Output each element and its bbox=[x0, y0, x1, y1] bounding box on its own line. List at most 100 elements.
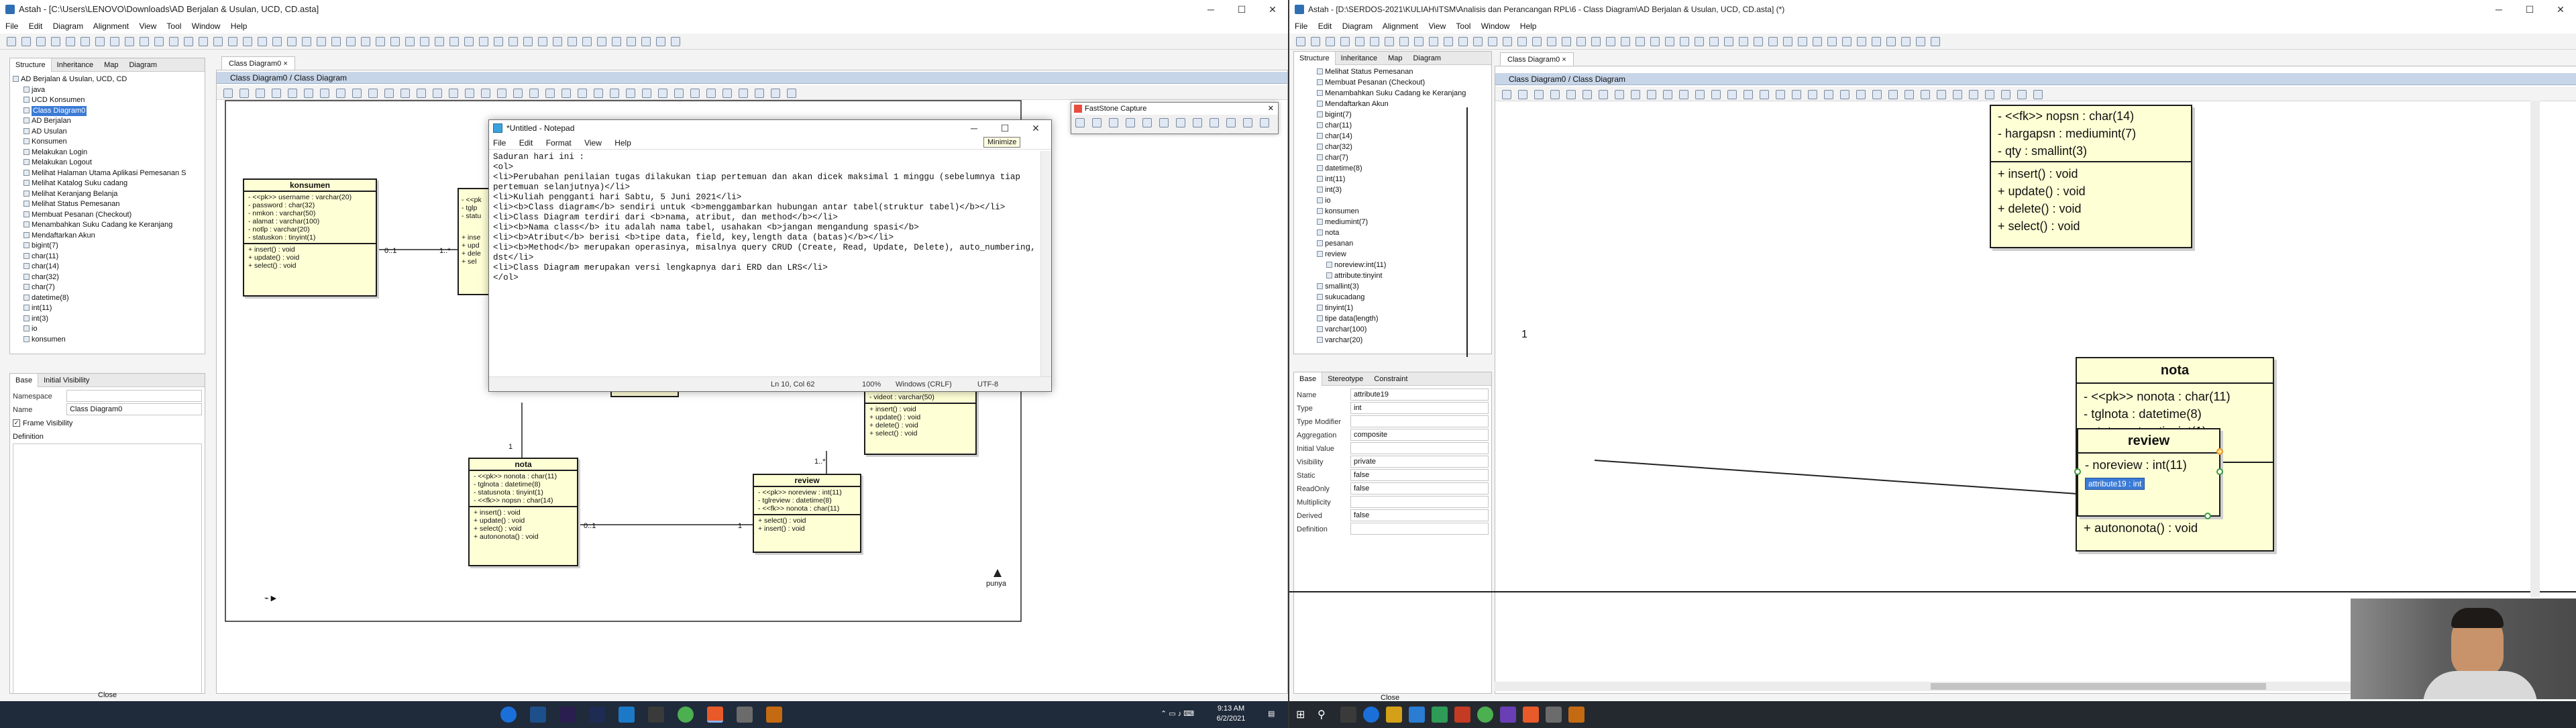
chrome-taskbar-icon[interactable] bbox=[1477, 707, 1493, 723]
class-attribute[interactable]: - noreview : int(11) bbox=[2085, 456, 2212, 474]
notepad-minimize-icon[interactable]: ─ bbox=[959, 120, 989, 136]
toolbar-button-icon[interactable] bbox=[1243, 118, 1252, 127]
app-taskbar-icon[interactable] bbox=[1500, 707, 1516, 723]
class-attribute[interactable]: - tglnota : datetime(8) bbox=[2084, 405, 2266, 423]
toolbar-button-icon[interactable] bbox=[1210, 118, 1219, 127]
toolbar-button-icon[interactable] bbox=[1226, 118, 1236, 127]
right-diagram-vertical-scrollbar[interactable] bbox=[2530, 101, 2540, 597]
notification-icon[interactable]: ▤ bbox=[1268, 709, 1275, 718]
notepad-menu-view[interactable]: View bbox=[584, 138, 602, 148]
class-operation[interactable]: + inse bbox=[462, 233, 486, 242]
notepad-maximize-icon[interactable]: ☐ bbox=[989, 120, 1020, 136]
left-taskbar-clock[interactable]: 9:13 AM 6/2/2021 bbox=[1208, 704, 1254, 724]
windows-start-icon[interactable]: ⊞ bbox=[1296, 708, 1305, 721]
class-attribute[interactable]: - alamat : varchar(100) bbox=[248, 217, 372, 225]
class-attribute[interactable]: - <<pk>> nonota : char(11) bbox=[474, 472, 573, 480]
class-attribute[interactable]: - <<pk bbox=[462, 196, 486, 204]
class-operation[interactable]: + select() : void bbox=[869, 429, 971, 437]
astah-taskbar-icon[interactable] bbox=[707, 707, 723, 723]
class-operation[interactable]: + select() : void bbox=[474, 525, 573, 533]
class-operation[interactable]: + update() : void bbox=[474, 517, 573, 525]
explorer-taskbar-icon[interactable] bbox=[1386, 707, 1402, 723]
class-operation[interactable]: + update() : void bbox=[869, 413, 971, 421]
notepad-window[interactable]: *Untitled - Notepad ─ ☐ ✕ File Edit Form… bbox=[488, 119, 1052, 392]
notepad-text-area[interactable]: Saduran hari ini : <ol> <li>Perubahan pe… bbox=[492, 151, 1039, 375]
class-operation[interactable]: + insert() : void bbox=[758, 525, 856, 533]
notepad-menu-edit[interactable]: Edit bbox=[519, 138, 533, 148]
class-attribute[interactable]: - <<fk>> nopsn : char(14) bbox=[1998, 107, 2184, 125]
search-icon[interactable]: ⚲ bbox=[1318, 708, 1326, 721]
class-operation[interactable]: + select() : void bbox=[248, 262, 372, 270]
class-review[interactable]: review - <<pk>> noreview : int(11) - tgl… bbox=[753, 474, 861, 553]
class-attribute[interactable]: - statu bbox=[462, 212, 486, 220]
class-attribute[interactable]: - statusnota : tinyint(1) bbox=[474, 488, 573, 497]
faststone-taskbar-icon[interactable] bbox=[766, 707, 782, 723]
edge-taskbar-icon[interactable] bbox=[1363, 707, 1379, 723]
class-operation[interactable]: + update() : void bbox=[1998, 183, 2184, 200]
notepad-menu-format[interactable]: Format bbox=[546, 138, 572, 148]
resize-handle-icon[interactable] bbox=[2204, 513, 2211, 519]
class-operation[interactable]: + autononota() : void bbox=[474, 533, 573, 541]
powerpoint-taskbar-icon[interactable] bbox=[1454, 707, 1470, 723]
class-attribute[interactable]: - tglreview : datetime(8) bbox=[758, 497, 856, 505]
class-pesanan-partial[interactable]: - <<fk>> nopsn : char(14) - hargapsn : m… bbox=[1990, 105, 2192, 248]
connection-handle-icon[interactable] bbox=[2216, 448, 2223, 455]
class-attribute[interactable]: - qty : smallint(3) bbox=[1998, 142, 2184, 160]
faststone-close-icon[interactable]: ✕ bbox=[1268, 103, 1274, 115]
class-attribute[interactable]: - <<fk>> nonota : char(11) bbox=[758, 505, 856, 513]
notepad-taskbar-icon[interactable] bbox=[737, 707, 753, 723]
class-attribute[interactable]: - <<fk>> nopsn : char(14) bbox=[474, 497, 573, 505]
photoshop-taskbar-icon[interactable] bbox=[530, 707, 546, 723]
class-operation[interactable]: + insert() : void bbox=[1998, 165, 2184, 183]
toolbar-button-icon[interactable] bbox=[1159, 118, 1169, 127]
toolbar-button-icon[interactable] bbox=[1075, 118, 1085, 127]
resize-handle-icon[interactable] bbox=[2074, 468, 2081, 475]
faststone-taskbar-icon[interactable] bbox=[1568, 707, 1585, 723]
class-attribute[interactable]: - tglp bbox=[462, 204, 486, 212]
toolbar-button-icon[interactable] bbox=[1092, 118, 1102, 127]
word-taskbar-icon[interactable] bbox=[1409, 707, 1425, 723]
class-operation[interactable]: + upd bbox=[462, 242, 486, 250]
class-attribute[interactable]: - notlp : varchar(20) bbox=[248, 225, 372, 233]
notepad-taskbar-icon[interactable] bbox=[1546, 707, 1562, 723]
tray-icons[interactable]: ⌃ ▭ ♪ ⌨ bbox=[1161, 709, 1194, 718]
toolbar-button-icon[interactable] bbox=[1193, 118, 1202, 127]
class-operation[interactable]: + insert() : void bbox=[248, 246, 372, 254]
toolbar-button-icon[interactable] bbox=[1142, 118, 1152, 127]
class-pesanan-partial[interactable]: - <<pk - tglp - statu + inse + upd + del… bbox=[458, 188, 490, 295]
class-operation[interactable]: + insert() : void bbox=[869, 405, 971, 413]
class-attribute[interactable]: - <<pk>> username : varchar(20) bbox=[248, 193, 372, 201]
class-operation[interactable]: + update() : void bbox=[248, 254, 372, 262]
chrome-taskbar-icon[interactable] bbox=[678, 707, 694, 723]
taskview-taskbar-icon[interactable] bbox=[1340, 707, 1356, 723]
class-attribute[interactable]: - <<pk>> nonota : char(11) bbox=[2084, 388, 2266, 405]
astah-taskbar-icon[interactable] bbox=[1523, 707, 1539, 723]
class-attribute[interactable]: - password : char(32) bbox=[248, 201, 372, 209]
class-operation[interactable]: + select() : void bbox=[1998, 217, 2184, 235]
edge-taskbar-icon[interactable] bbox=[500, 707, 517, 723]
class-sukucadang-partial[interactable]: - videot : varchar(50) + insert() : void… bbox=[864, 382, 977, 455]
attribute-edit-input[interactable]: attribute19 : int bbox=[2085, 478, 2145, 490]
class-nota[interactable]: nota - <<pk>> nonota : char(11) - tglnot… bbox=[468, 458, 578, 566]
toolbar-button-icon[interactable] bbox=[1126, 118, 1135, 127]
class-attribute[interactable]: - tglnota : datetime(8) bbox=[474, 480, 573, 488]
notepad-vertical-scrollbar[interactable] bbox=[1040, 151, 1051, 376]
resize-handle-icon[interactable] bbox=[2216, 468, 2223, 475]
class-operation[interactable]: + select() : void bbox=[758, 517, 856, 525]
class-operation[interactable]: + insert() : void bbox=[474, 509, 573, 517]
class-attribute[interactable]: - hargapsn : mediumint(7) bbox=[1998, 125, 2184, 142]
class-review[interactable]: review - noreview : int(11) attribute19 … bbox=[2074, 428, 2223, 519]
class-operation[interactable]: + delete() : void bbox=[869, 421, 971, 429]
class-attribute[interactable]: - statuskon : tinyint(1) bbox=[248, 233, 372, 242]
faststone-capture-window[interactable]: FastStone Capture ✕ bbox=[1071, 102, 1279, 134]
file-taskbar-icon[interactable] bbox=[648, 707, 664, 723]
excel-taskbar-icon[interactable] bbox=[1432, 707, 1448, 723]
toolbar-button-icon[interactable] bbox=[1109, 118, 1118, 127]
class-attribute[interactable]: - <<pk>> noreview : int(11) bbox=[758, 488, 856, 497]
class-attribute[interactable]: - nmkon : varchar(50) bbox=[248, 209, 372, 217]
vscode-taskbar-icon[interactable] bbox=[619, 707, 635, 723]
notepad-menu-file[interactable]: File bbox=[493, 138, 506, 148]
class-operation[interactable]: + dele bbox=[462, 250, 486, 258]
class-operation[interactable]: + autononota() : void bbox=[2084, 519, 2266, 537]
aftereffects-taskbar-icon[interactable] bbox=[589, 707, 605, 723]
